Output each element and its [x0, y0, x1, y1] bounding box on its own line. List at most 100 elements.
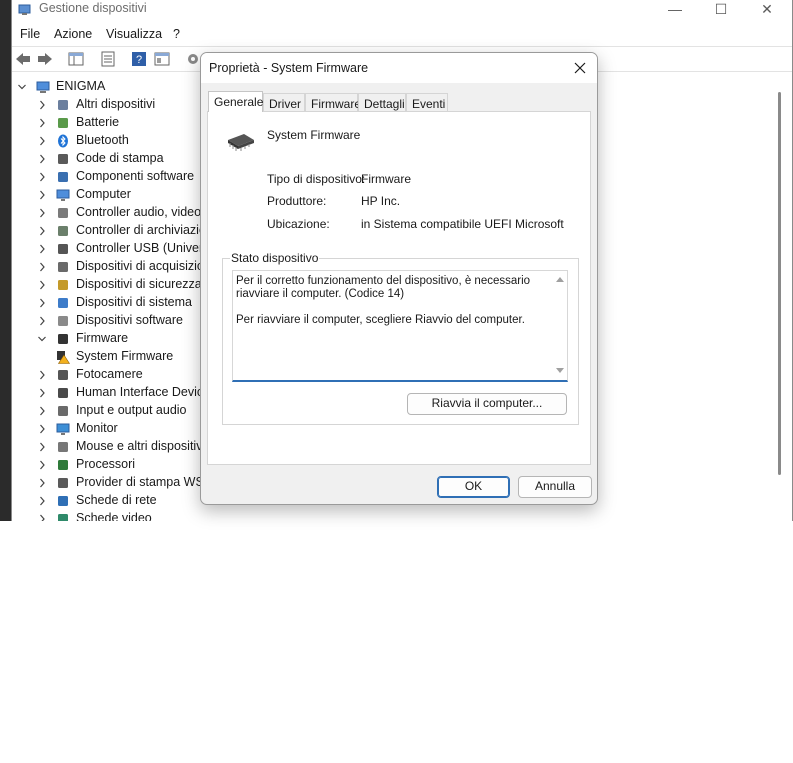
usb-icon	[58, 244, 68, 254]
help-icon[interactable]: ?	[130, 51, 148, 67]
chip-icon	[58, 334, 68, 344]
manufacturer-value: HP Inc.	[361, 194, 401, 208]
tree-item-label: Dispositivi software	[76, 313, 183, 327]
chip-icon	[228, 134, 254, 151]
tab-eventi[interactable]: Eventi	[406, 93, 448, 111]
title-bar: Gestione dispositivi — ☐ ✕	[12, 0, 792, 20]
menu-help[interactable]: ?	[173, 27, 180, 41]
tree-item-label: System Firmware	[76, 349, 174, 363]
tab-dettagli[interactable]: Dettagli	[358, 93, 406, 111]
view-icon[interactable]	[153, 51, 171, 67]
system-icon	[58, 298, 68, 308]
tree-scrollbar[interactable]	[778, 92, 781, 475]
forward-arrow-icon[interactable]	[36, 51, 54, 67]
chevron-down-icon[interactable]	[18, 82, 26, 92]
show-hide-tree-icon[interactable]	[67, 51, 85, 67]
display-adapter-icon	[58, 514, 68, 521]
properties-icon[interactable]	[99, 51, 117, 67]
tree-item-label: Code di stampa	[76, 151, 164, 165]
tree-item-label: Processori	[76, 457, 136, 471]
chevron-right-icon[interactable]	[38, 388, 46, 398]
scroll-up-icon[interactable]	[555, 275, 565, 283]
chevron-right-icon[interactable]	[38, 118, 46, 128]
location-value: in Sistema compatibile UEFI Microsoft	[361, 217, 564, 231]
dialog-title: Proprietà - System Firmware	[209, 61, 369, 75]
printer-icon	[58, 154, 68, 164]
dialog-close-icon[interactable]	[569, 57, 591, 79]
tree-item-label: Bluetooth	[76, 133, 129, 147]
dialog-title-bar: Proprietà - System Firmware	[201, 53, 597, 83]
chevron-right-icon[interactable]	[38, 496, 46, 506]
chevron-right-icon[interactable]	[38, 370, 46, 380]
tree-item-label: Batterie	[76, 115, 120, 129]
tree-item-label: Altri dispositivi	[76, 97, 156, 111]
tree-item-label: Schede video	[76, 511, 152, 521]
chevron-right-icon[interactable]	[38, 280, 46, 290]
tab-firmware[interactable]: Firmware	[305, 93, 361, 111]
device-status-group: Stato dispositivo Per il corretto funzio…	[222, 251, 579, 425]
computer-icon	[56, 189, 70, 201]
device-type-value: Firmware	[361, 172, 411, 186]
tab-generale[interactable]: Generale	[208, 91, 263, 112]
chevron-right-icon[interactable]	[38, 424, 46, 434]
restart-computer-button[interactable]: Riavvia il computer...	[407, 393, 567, 415]
chevron-down-icon[interactable]	[38, 334, 46, 344]
location-label: Ubicazione:	[267, 217, 330, 231]
tree-item-label: Dispositivi di sistema	[76, 295, 193, 309]
chevron-right-icon[interactable]	[38, 460, 46, 470]
chevron-right-icon[interactable]	[38, 190, 46, 200]
svg-text:?: ?	[136, 54, 142, 66]
chevron-right-icon[interactable]	[38, 154, 46, 164]
back-arrow-icon[interactable]	[14, 51, 32, 67]
general-panel: System Firmware Tipo di dispositivo: Fir…	[207, 111, 591, 465]
device-status-text: Per il corretto funzionamento del dispos…	[236, 275, 531, 326]
battery-icon	[58, 118, 68, 128]
ok-button[interactable]: OK	[437, 476, 510, 498]
minimize-button[interactable]: —	[652, 0, 698, 20]
chevron-right-icon[interactable]	[38, 298, 46, 308]
chevron-right-icon[interactable]	[38, 478, 46, 488]
chevron-right-icon[interactable]	[38, 100, 46, 110]
device-status-textbox[interactable]: Per il corretto funzionamento del dispos…	[232, 270, 568, 382]
software-component-icon	[58, 172, 68, 182]
chevron-right-icon[interactable]	[38, 316, 46, 326]
tree-item-label: Componenti software	[76, 169, 195, 183]
device-manager-icon	[18, 4, 31, 15]
security-icon	[58, 280, 68, 290]
tree-item-label: Human Interface Device	[76, 385, 211, 399]
chevron-right-icon[interactable]	[38, 406, 46, 416]
chevron-right-icon[interactable]	[38, 226, 46, 236]
close-button[interactable]: ✕	[744, 0, 790, 20]
speaker-icon	[58, 406, 68, 416]
tree-item-label: Fotocamere	[76, 367, 143, 381]
tree-item-label: Controller USB (Universa	[76, 241, 217, 255]
tree-item-label: Controller di archiviazio	[76, 223, 206, 237]
maximize-button[interactable]: ☐	[698, 0, 744, 20]
cancel-button[interactable]: Annulla	[518, 476, 592, 498]
device-status-label: Stato dispositivo	[230, 251, 320, 265]
tab-strip: Generale Driver Firmware Dettagli Eventi	[208, 91, 593, 112]
chevron-right-icon[interactable]	[38, 136, 46, 146]
menu-file[interactable]: File	[20, 27, 40, 41]
unknown-device-icon	[58, 100, 68, 110]
chevron-right-icon[interactable]	[38, 514, 46, 521]
warning-chip-icon	[57, 351, 70, 364]
chevron-right-icon[interactable]	[38, 208, 46, 218]
menu-bar: File Azione Visualizza ?	[12, 24, 792, 44]
menu-azione[interactable]: Azione	[54, 27, 92, 41]
tab-driver[interactable]: Driver	[263, 93, 305, 111]
chevron-right-icon[interactable]	[38, 244, 46, 254]
tree-item-label: Controller audio, video e	[76, 205, 212, 219]
chevron-right-icon[interactable]	[38, 172, 46, 182]
tree-item-label: Mouse e altri dispositivi	[76, 439, 206, 453]
chevron-right-icon[interactable]	[38, 262, 46, 272]
tree-item-label: Provider di stampa WSD	[76, 475, 213, 489]
chevron-right-icon[interactable]	[38, 442, 46, 452]
network-icon	[58, 496, 68, 506]
scroll-down-icon[interactable]	[555, 367, 565, 375]
properties-dialog: Proprietà - System Firmware Generale Dri…	[200, 52, 598, 505]
device-type-label: Tipo di dispositivo:	[267, 172, 366, 186]
menu-visualizza[interactable]: Visualizza	[106, 27, 162, 41]
camera-icon	[58, 370, 68, 380]
software-device-icon	[58, 316, 68, 326]
